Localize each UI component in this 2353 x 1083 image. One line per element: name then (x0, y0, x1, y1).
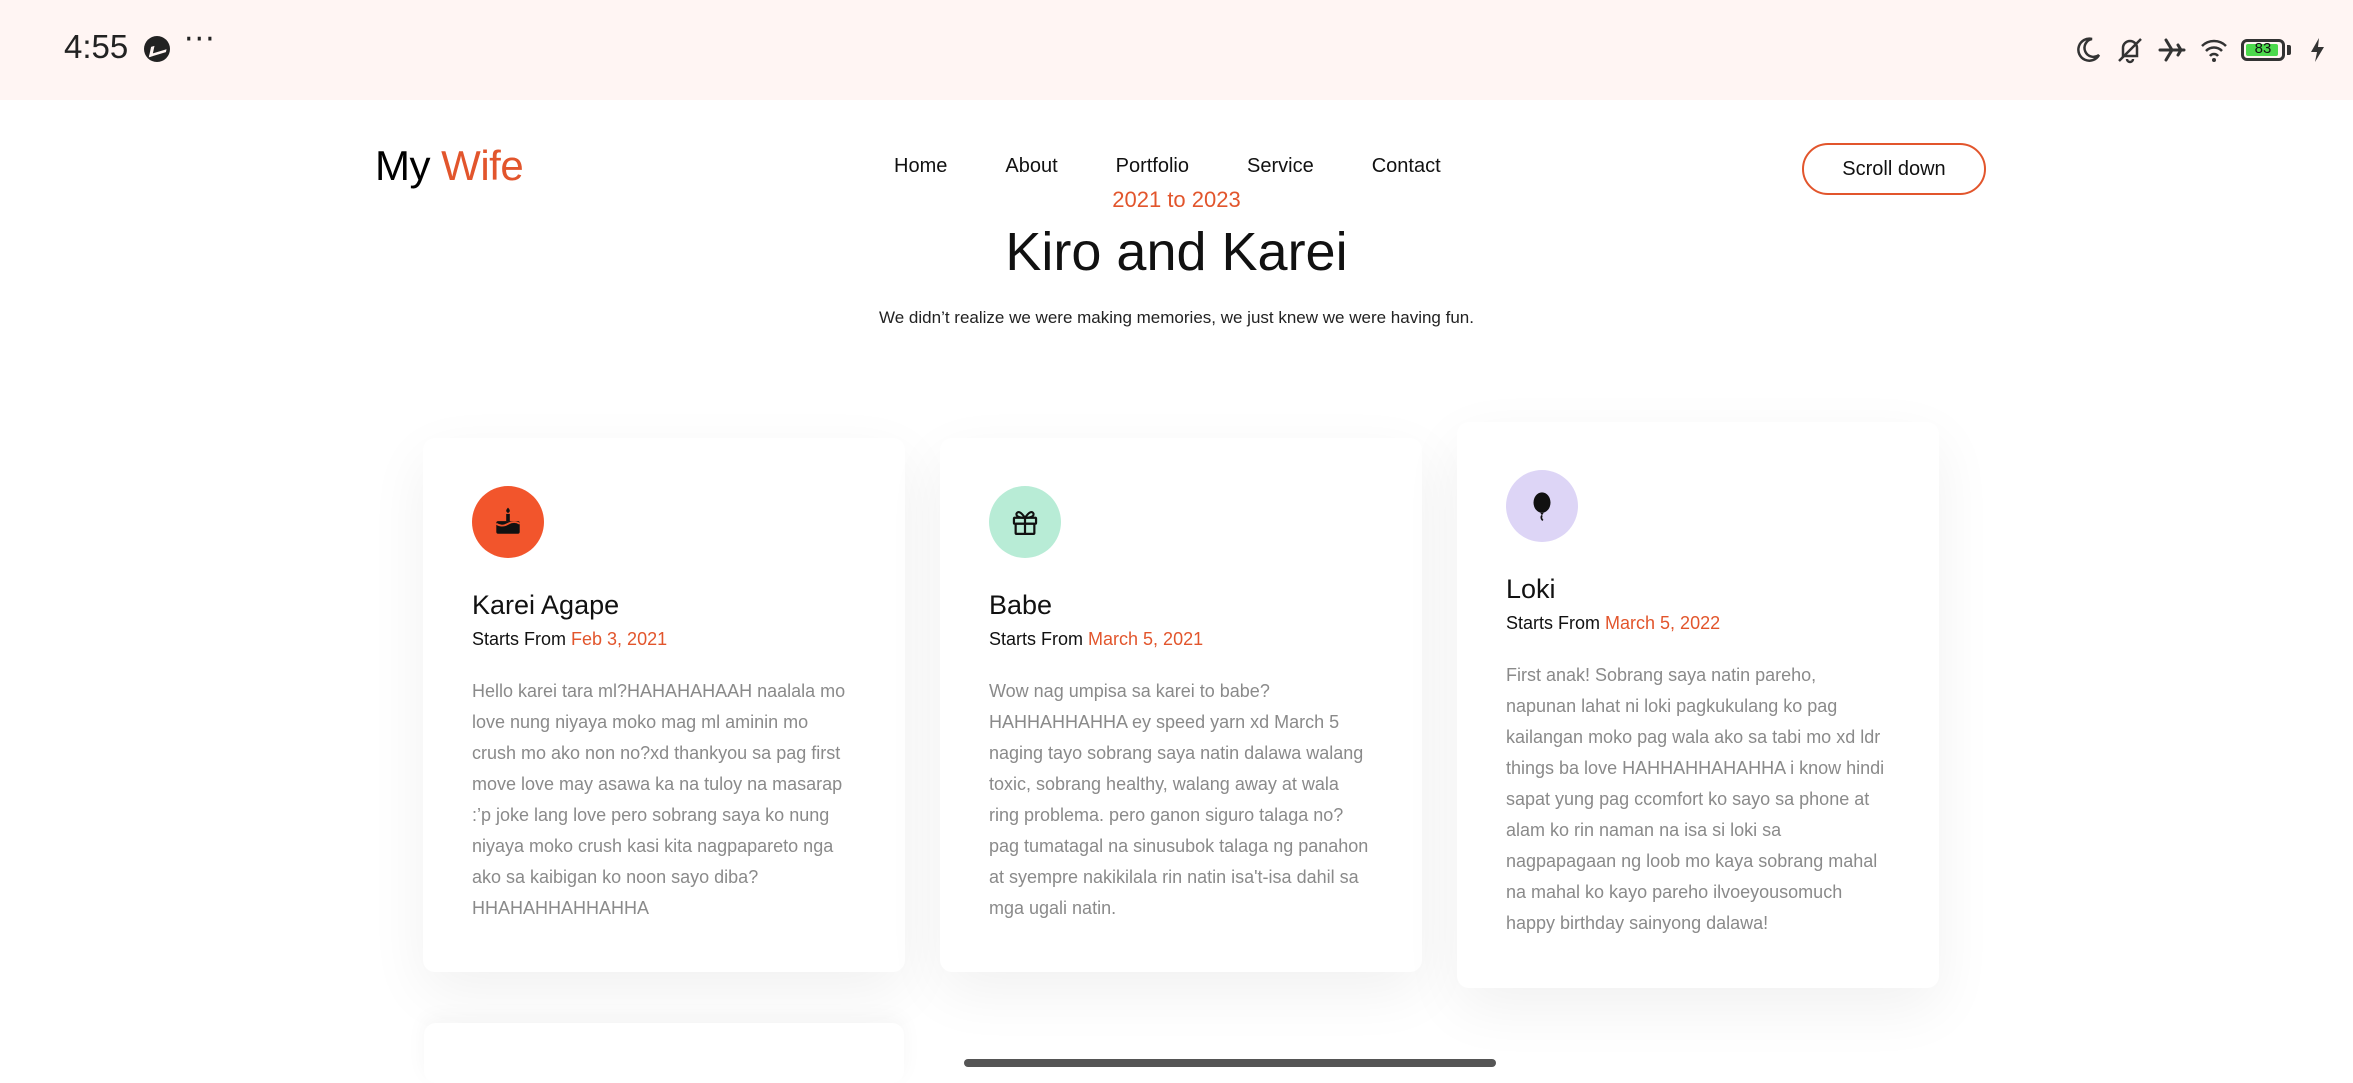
battery-cap (2287, 45, 2291, 55)
more-dots-icon: ··· (184, 22, 216, 57)
nav-service[interactable]: Service (1247, 155, 1314, 178)
status-time: 4:55 (64, 28, 129, 65)
nav-about[interactable]: About (1005, 155, 1057, 178)
starts-label: Starts From (472, 629, 567, 649)
logo-part-1: My (375, 142, 431, 189)
memory-card-karei-agape: Karei Agape Starts From Feb 3, 2021 Hell… (423, 438, 905, 972)
card-date-line: Starts From March 5, 2021 (989, 629, 1373, 650)
next-card-peek (424, 1023, 904, 1083)
start-date: March 5, 2021 (1088, 629, 1204, 649)
balloon-icon (1506, 470, 1578, 542)
page-subtitle: We didn’t realize we were making memorie… (879, 308, 1474, 327)
card-text: Wow nag umpisa sa karei to babe? HAHHAHH… (989, 681, 1369, 918)
card-title: Karei Agape (472, 590, 620, 620)
card-title: Babe (989, 590, 1053, 620)
battery-icon: 83 (2241, 39, 2285, 61)
starts-label: Starts From (989, 629, 1084, 649)
battery-level: 83 (2254, 40, 2272, 57)
cake-icon (472, 486, 544, 558)
card-title: Loki (1506, 574, 1556, 604)
date-range: 2021 to 2023 (1112, 187, 1241, 212)
main-nav: Home About Portfolio Service Contact (894, 155, 1499, 178)
nav-portfolio[interactable]: Portfolio (1116, 155, 1189, 178)
airplane-icon (2158, 38, 2186, 62)
site-logo[interactable]: My Wife (375, 142, 524, 190)
start-date: Feb 3, 2021 (571, 629, 668, 649)
home-indicator[interactable] (964, 1059, 1496, 1067)
card-date-line: Starts From Feb 3, 2021 (472, 629, 856, 650)
starts-label: Starts From (1506, 613, 1601, 633)
gift-icon (989, 486, 1061, 558)
messenger-icon (144, 36, 170, 62)
nav-home[interactable]: Home (894, 155, 947, 178)
memory-card-babe: Babe Starts From March 5, 2021 Wow nag u… (940, 438, 1422, 972)
page-title: Kiro and Karei (1005, 222, 1348, 282)
card-text: First anak! Sobrang saya natin pareho, n… (1506, 665, 1885, 933)
start-date: March 5, 2022 (1605, 613, 1721, 633)
status-icons: 83 (2073, 30, 2333, 70)
logo-part-2: Wife (441, 142, 524, 189)
card-date-line: Starts From March 5, 2022 (1506, 613, 1890, 634)
memory-card-loki: Loki Starts From March 5, 2022 First ana… (1457, 422, 1939, 988)
bell-off-icon (2118, 38, 2142, 64)
wifi-icon (2201, 39, 2227, 62)
moon-icon (2077, 37, 2101, 62)
charging-bolt-icon (2311, 38, 2324, 62)
nav-contact[interactable]: Contact (1372, 155, 1441, 178)
status-bar: 4:55 ··· 83 (0, 0, 2353, 100)
card-text: Hello karei tara ml?HAHAHAHAAH naalala m… (472, 681, 846, 918)
